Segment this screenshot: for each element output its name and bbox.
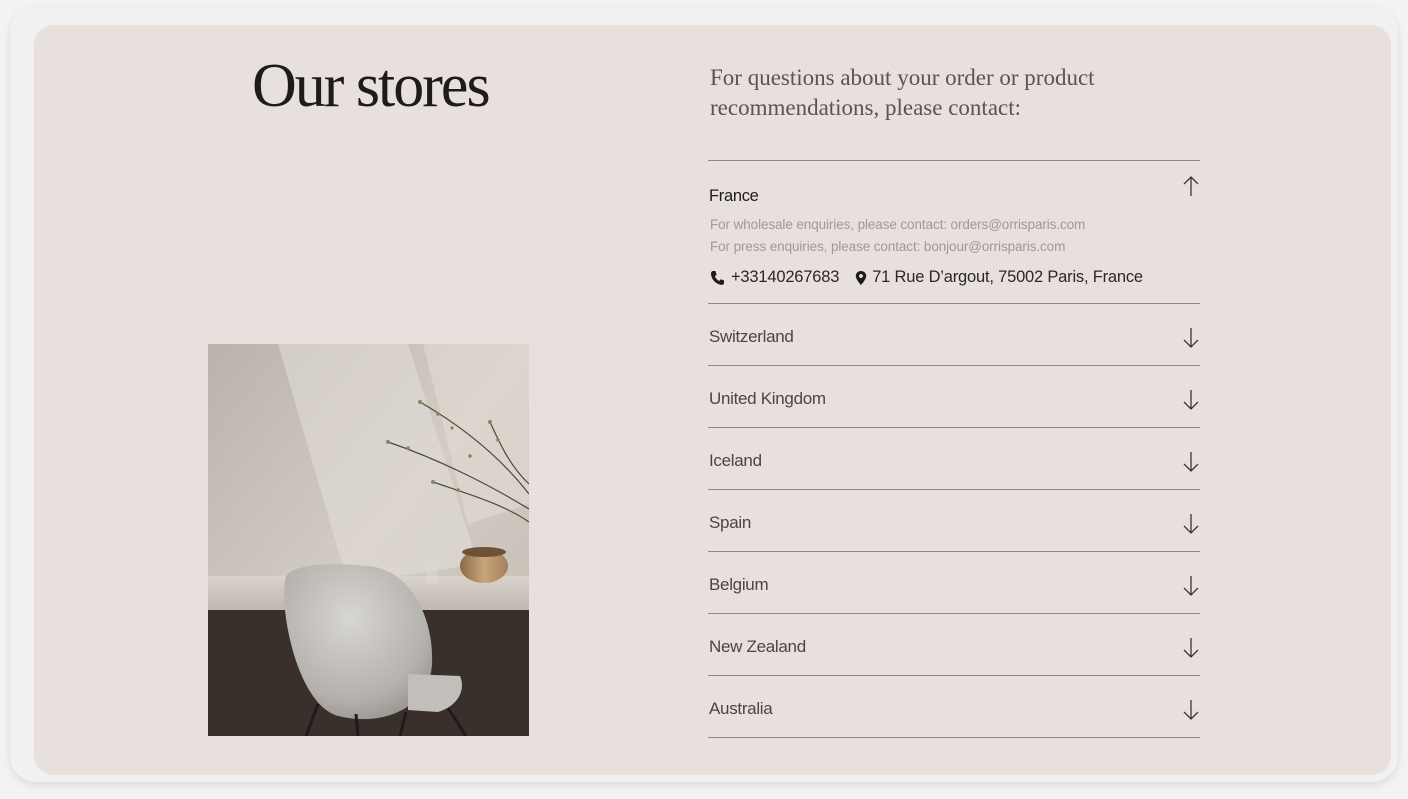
accordion-label: New Zealand: [709, 637, 806, 656]
accordion-label: Iceland: [709, 451, 762, 470]
accordion-item-iceland[interactable]: Iceland: [708, 428, 1200, 490]
arrow-down-icon[interactable]: [1182, 451, 1200, 473]
accordion-label: Australia: [709, 699, 773, 718]
accordion-label: Belgium: [709, 575, 769, 594]
accordion-item-switzerland[interactable]: Switzerland: [708, 304, 1200, 366]
arrow-down-icon[interactable]: [1182, 637, 1200, 659]
accordion-label: United Kingdom: [709, 389, 826, 408]
stores-section: Our stores For questions about your orde…: [34, 25, 1391, 775]
store-contact-details: +33140267683 71 Rue D’argout, 75002 Pari…: [710, 268, 1143, 287]
arrow-down-icon[interactable]: [1182, 513, 1200, 535]
contact-intro: For questions about your order or produc…: [710, 65, 1095, 120]
accordion-item-spain[interactable]: Spain: [708, 490, 1200, 552]
accordion-item-united-kingdom[interactable]: United Kingdom: [708, 366, 1200, 428]
press-contact: For press enquiries, please contact: bon…: [710, 239, 1066, 254]
page-frame: Our stores For questions about your orde…: [10, 6, 1398, 782]
store-address[interactable]: 71 Rue D’argout, 75002 Paris, France: [872, 268, 1143, 287]
arrow-down-icon[interactable]: [1182, 327, 1200, 349]
accordion-item-belgium[interactable]: Belgium: [708, 552, 1200, 614]
arrow-down-icon[interactable]: [1182, 575, 1200, 597]
accordion-label: France: [709, 187, 759, 205]
accordion-item-new-zealand[interactable]: New Zealand: [708, 614, 1200, 676]
arrow-up-icon[interactable]: [1182, 175, 1200, 197]
wholesale-contact: For wholesale enquiries, please contact:…: [710, 217, 1086, 232]
phone-icon: [710, 270, 724, 286]
page-title: Our stores: [252, 52, 491, 120]
accordion-label: Spain: [709, 513, 751, 532]
accordion-item-france[interactable]: France For wholesale enquiries, please c…: [708, 161, 1200, 304]
arrow-down-icon[interactable]: [1182, 699, 1200, 721]
stores-accordion: France For wholesale enquiries, please c…: [708, 160, 1200, 738]
map-pin-icon: [854, 270, 868, 286]
store-photo: [208, 344, 529, 736]
phone-number[interactable]: +33140267683: [731, 268, 839, 287]
accordion-item-australia[interactable]: Australia: [708, 676, 1200, 738]
accordion-label: Switzerland: [709, 327, 794, 346]
arrow-down-icon[interactable]: [1182, 389, 1200, 411]
